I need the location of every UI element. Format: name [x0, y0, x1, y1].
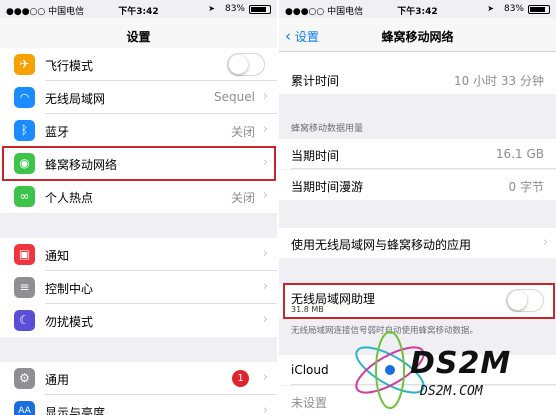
bluetooth-icon: ᛒ	[14, 120, 35, 141]
watermark-text: DS2M	[410, 346, 512, 381]
page-title: 设置	[126, 30, 151, 44]
row-airplane-mode[interactable]: ✈ 飞行模式	[0, 48, 277, 81]
status-bar: ●●●○○ 中国电信 下午3:42 ➤ 83%	[279, 0, 556, 18]
page-title: 蜂窝移动网络	[381, 30, 454, 44]
row-wifi-cellular-apps[interactable]: 使用无线局域网与蜂窝移动的应用 ›	[279, 228, 556, 258]
airplane-mode-toggle[interactable]	[227, 53, 265, 76]
row-label: 显示与亮度	[45, 406, 106, 415]
chevron-right-icon: ›	[262, 312, 268, 327]
row-bluetooth[interactable]: ᛒ 蓝牙 关闭 ›	[0, 114, 277, 147]
row-general[interactable]: ⚙ 通用 1 ›	[0, 362, 277, 395]
row-label: iCloud	[291, 363, 329, 377]
row-label: 控制中心	[45, 282, 94, 296]
airplane-icon: ✈	[14, 54, 35, 75]
chevron-right-icon: ›	[262, 122, 268, 137]
row-value: 关闭	[230, 191, 255, 205]
row-separator	[291, 168, 556, 169]
notifications-icon: ▣	[14, 244, 35, 265]
row-label: 当期时间漫游	[291, 180, 364, 194]
row-label: 飞行模式	[45, 59, 94, 73]
chevron-right-icon: ›	[262, 89, 268, 104]
row-label: 个人热点	[45, 191, 94, 205]
row-notifications[interactable]: ▣ 通知 ›	[0, 238, 277, 271]
row-control-center[interactable]: ≡ 控制中心 ›	[0, 271, 277, 304]
battery-percent: 83%	[503, 4, 524, 14]
row-label: 勿扰模式	[45, 315, 94, 329]
chevron-right-icon: ›	[262, 403, 268, 415]
update-badge: 1	[232, 370, 249, 387]
chevron-right-icon: ›	[262, 246, 268, 261]
row-label: 蓝牙	[45, 125, 70, 139]
chevron-right-icon: ›	[262, 370, 268, 385]
cellular-highlight-box	[2, 146, 276, 181]
row-label: 通用	[45, 373, 70, 387]
row-label: 无线局域网	[45, 92, 106, 106]
row-wifi[interactable]: ◠ 无线局域网 Sequel ›	[0, 81, 277, 114]
wifi-assist-highlight-box	[283, 283, 555, 319]
chevron-right-icon: ›	[262, 188, 268, 203]
watermark-subtext: DS2M.COM	[420, 384, 483, 399]
row-label: 使用无线局域网与蜂窝移动的应用	[291, 238, 472, 252]
do-not-disturb-icon: ☾	[14, 310, 35, 331]
row-label: 通知	[45, 249, 70, 263]
row-current-period-roaming: 当期时间漫游 0 字节	[279, 170, 556, 200]
row-value: 关闭	[230, 125, 255, 139]
row-value: 16.1 GB	[495, 147, 544, 161]
row-display-brightness[interactable]: AA 显示与亮度 ›	[0, 395, 277, 415]
nav-bar: 设置	[0, 18, 277, 52]
battery-icon	[249, 5, 271, 14]
wifi-icon: ◠	[14, 87, 35, 108]
location-icon: ➤	[487, 4, 494, 13]
hotspot-icon: ∞	[14, 186, 35, 207]
nav-bar: ‹ 设置 蜂窝移动网络	[279, 18, 556, 52]
row-label: 未设置	[291, 396, 328, 410]
display-icon: AA	[14, 401, 35, 415]
row-value: 10 小时 33 分钟	[454, 74, 544, 88]
control-center-icon: ≡	[14, 277, 35, 298]
section-header-usage: 蜂窝移动数据用量	[291, 124, 364, 134]
status-bar: ●●●○○ 中国电信 下午3:42 ➤ 83%	[0, 0, 277, 18]
general-icon: ⚙	[14, 368, 35, 389]
battery-percent: 83%	[224, 4, 245, 14]
row-label: 当期时间	[291, 149, 340, 163]
settings-pane: ●●●○○ 中国电信 下午3:42 ➤ 83% 设置 ✈ 飞行模式 ◠ 无线局域…	[0, 0, 277, 415]
row-personal-hotspot[interactable]: ∞ 个人热点 关闭 ›	[0, 180, 277, 213]
row-do-not-disturb[interactable]: ☾ 勿扰模式 ›	[0, 304, 277, 337]
row-current-period: 当期时间 16.1 GB	[279, 139, 556, 169]
row-label: 累计时间	[291, 74, 340, 88]
row-value: 0 字节	[508, 180, 544, 194]
chevron-right-icon: ›	[542, 235, 548, 250]
battery-icon	[528, 5, 550, 14]
chevron-right-icon: ›	[262, 279, 268, 294]
row-cumulative-time: 累计时间 10 小时 33 分钟	[279, 52, 556, 94]
location-icon: ➤	[208, 4, 215, 13]
row-value: Sequel	[214, 90, 255, 104]
